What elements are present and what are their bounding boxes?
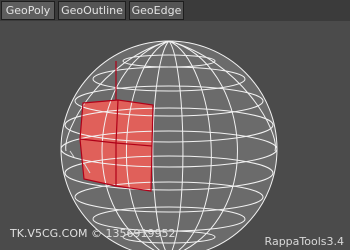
watermark-text: TK.V5CG.COM © 1356919952	[10, 227, 176, 240]
tab-geoedge[interactable]: GeoEdge	[129, 1, 184, 20]
version-label: RappaTools3.4	[264, 235, 344, 248]
viewport-3d[interactable]	[0, 21, 350, 250]
toolbar-tabs: GeoPoly GeoOutline GeoEdge	[0, 0, 350, 21]
tab-geopoly[interactable]: GeoPoly	[1, 1, 55, 20]
sphere-wireframe	[60, 40, 278, 250]
tab-geooutline[interactable]: GeoOutline	[58, 1, 126, 20]
